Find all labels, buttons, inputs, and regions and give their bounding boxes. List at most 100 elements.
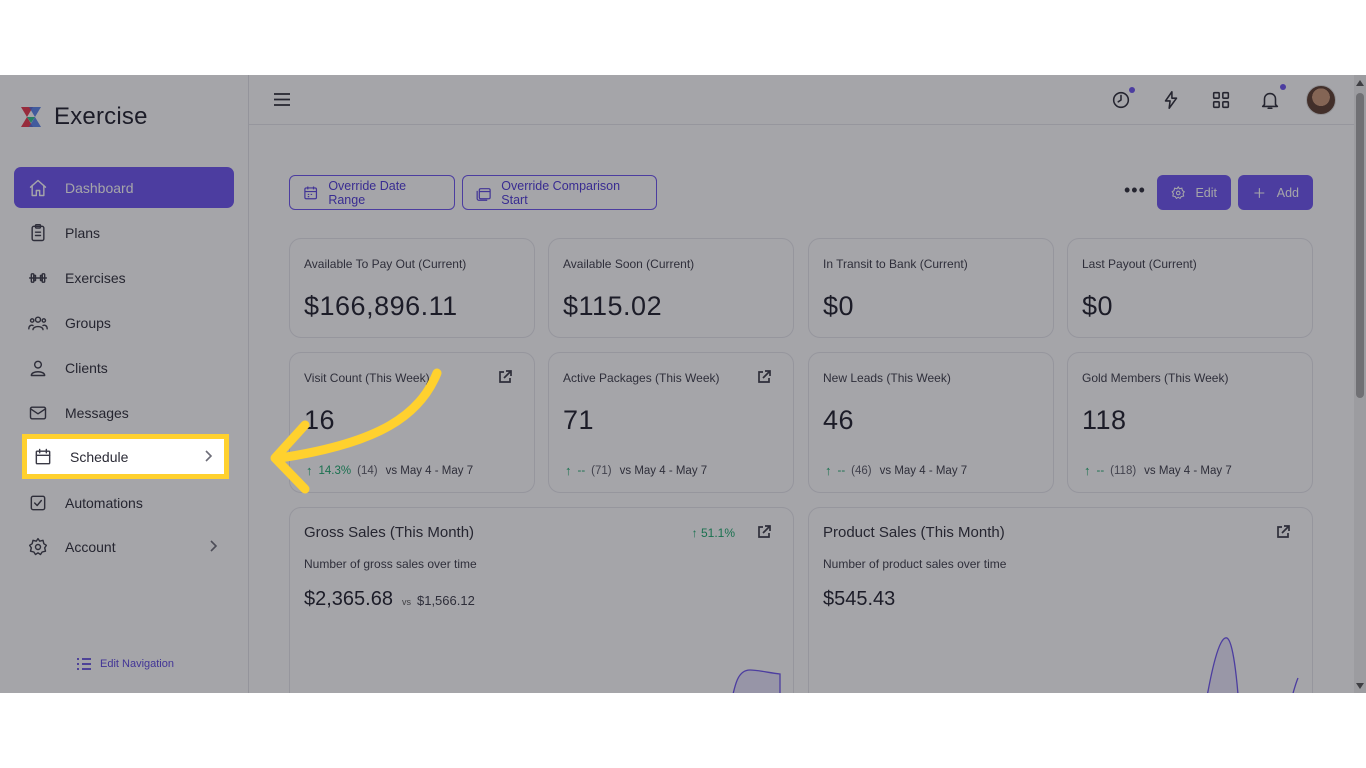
scrollbar-thumb[interactable] <box>1356 93 1364 398</box>
sidebar-item-label: Automations <box>65 494 143 511</box>
add-button[interactable]: Add <box>1238 175 1313 210</box>
app-title: Exercise <box>54 103 148 130</box>
comparison-count: (71) <box>591 464 612 477</box>
stat-card-available-soon[interactable]: Available Soon (Current) $115.02 <box>548 238 794 338</box>
growth-indicator: ↑ 51.1% <box>691 526 735 540</box>
avatar[interactable] <box>1306 85 1336 115</box>
amount-row: $545.43 <box>823 588 895 611</box>
user-icon <box>27 357 49 379</box>
sidebar-item-dashboard[interactable]: Dashboard <box>14 167 234 208</box>
override-comparison-start-button[interactable]: Override Comparison Start <box>462 175 657 210</box>
history-icon[interactable] <box>1110 89 1132 111</box>
sidebar-item-groups[interactable]: Groups <box>14 302 234 343</box>
comparison-percent: 14.3% <box>318 464 352 477</box>
card-subtitle: Number of product sales over time <box>823 557 1007 571</box>
sidebar-item-messages[interactable]: Messages <box>14 392 234 433</box>
stat-label: Gold Members (This Week) <box>1082 371 1229 385</box>
comparison-percent: -- <box>1096 464 1105 477</box>
stat-label: Active Packages (This Week) <box>563 371 720 385</box>
previous-amount: $1,566.12 <box>416 593 475 608</box>
top-bar <box>249 75 1354 125</box>
sidebar-item-clients[interactable]: Clients <box>14 347 234 388</box>
override-date-range-button[interactable]: Override Date Range <box>289 175 455 210</box>
scroll-up-arrow[interactable] <box>1356 80 1364 86</box>
comparison: ↑ -- (71) vs May 4 - May 7 <box>565 463 707 478</box>
external-link-icon[interactable] <box>757 525 771 539</box>
logo[interactable]: Exercise <box>17 103 148 131</box>
arrow-up-icon: ↑ <box>825 463 832 478</box>
stat-card-last-payout[interactable]: Last Payout (Current) $0 <box>1067 238 1313 338</box>
gear-icon <box>1171 185 1186 199</box>
growth-percent: 51.1% <box>700 526 735 540</box>
sparkline <box>1207 637 1299 693</box>
external-link-icon[interactable] <box>498 370 512 384</box>
stat-card-gold-members[interactable]: Gold Members (This Week) 118 ↑ -- (118) vs … <box>1067 352 1313 493</box>
mail-icon <box>27 402 49 424</box>
stat-value: $0 <box>1082 291 1114 321</box>
bell-icon[interactable] <box>1259 89 1281 111</box>
vs-label: vs <box>401 597 411 607</box>
stat-label: Available Soon (Current) <box>563 257 695 271</box>
sidebar: Exercise Dashboard Plans Exercises Group… <box>0 75 249 693</box>
sidebar-item-schedule[interactable]: Schedule <box>22 434 229 479</box>
stat-card-visit-count[interactable]: Visit Count (This Week) 16 ↑ 14.3% (14) vs … <box>289 352 535 493</box>
external-link-icon[interactable] <box>757 370 771 384</box>
sidebar-item-plans[interactable]: Plans <box>14 212 234 253</box>
more-options-icon[interactable]: ••• <box>1124 181 1145 203</box>
apps-grid-icon[interactable] <box>1210 89 1232 111</box>
stat-label: Visit Count (This Week) <box>304 371 430 385</box>
sidebar-item-label: Account <box>65 538 116 555</box>
arrow-up-icon: ↑ <box>565 463 572 478</box>
current-amount: $545.43 <box>823 588 896 610</box>
sidebar-item-label: Groups <box>65 314 111 331</box>
stat-value: 16 <box>304 405 336 435</box>
card-title: Gross Sales (This Month) <box>304 524 475 541</box>
sidebar-item-label: Dashboard <box>65 179 134 196</box>
comparison-count: (46) <box>851 464 872 477</box>
external-link-icon[interactable] <box>1276 525 1290 539</box>
home-icon <box>27 177 49 199</box>
comparison-percent: -- <box>577 464 586 477</box>
sparkline <box>732 669 781 693</box>
product-sales-card[interactable]: Product Sales (This Month) Number of pro… <box>808 507 1313 693</box>
menu-icon[interactable] <box>273 92 291 107</box>
comparison-period: vs May 4 - May 7 <box>879 464 968 477</box>
override-comparison-start-label: Override Comparison Start <box>501 178 621 207</box>
comparison: ↑ -- (46) vs May 4 - May 7 <box>825 463 967 478</box>
dumbbell-icon <box>27 267 49 289</box>
gross-sales-card[interactable]: Gross Sales (This Month) ↑ 51.1% Number … <box>289 507 794 693</box>
bell-notification-dot <box>1280 84 1286 90</box>
edit-navigation-link[interactable]: Edit Navigation <box>76 657 174 671</box>
stat-card-available-to-pay-out[interactable]: Available To Pay Out (Current) $166,896.… <box>289 238 535 338</box>
stat-card-new-leads[interactable]: New Leads (This Week) 46 ↑ -- (46) vs May 4… <box>808 352 1054 493</box>
calendar-stack-icon <box>476 187 491 201</box>
scroll-down-arrow[interactable] <box>1356 683 1364 689</box>
comparison: ↑ 14.3% (14) vs May 4 - May 7 <box>306 463 473 478</box>
sidebar-item-automations[interactable]: Automations <box>14 482 234 523</box>
vertical-scrollbar[interactable] <box>1354 75 1366 693</box>
stat-value: 118 <box>1082 405 1127 435</box>
edit-button[interactable]: Edit <box>1157 175 1231 210</box>
users-icon <box>27 312 49 334</box>
sidebar-item-account[interactable]: Account <box>14 526 234 567</box>
stat-value: 46 <box>823 405 855 435</box>
stat-card-active-packages[interactable]: Active Packages (This Week) 71 ↑ -- (71) vs… <box>548 352 794 493</box>
clipboard-icon <box>27 222 49 244</box>
sidebar-item-label: Clients <box>65 359 108 376</box>
chevron-right-icon <box>203 449 213 463</box>
list-icon <box>77 658 91 670</box>
dashboard-main: Override Date Range Override Comparison … <box>249 125 1354 693</box>
comparison-period: vs May 4 - May 7 <box>385 464 474 477</box>
comparison-period: vs May 4 - May 7 <box>1144 464 1232 477</box>
sidebar-item-exercises[interactable]: Exercises <box>14 257 234 298</box>
sidebar-item-label: Schedule <box>70 448 129 465</box>
plus-icon <box>1254 187 1265 198</box>
stat-value: $0 <box>823 291 855 321</box>
lightning-icon[interactable] <box>1160 89 1182 111</box>
card-title: Product Sales (This Month) <box>823 524 1005 541</box>
stat-value: $115.02 <box>563 291 663 321</box>
history-notification-dot <box>1129 87 1135 93</box>
amount-row: $2,365.68 vs $1,566.12 <box>304 588 475 611</box>
stat-card-in-transit[interactable]: In Transit to Bank (Current) $0 <box>808 238 1054 338</box>
edit-label: Edit <box>1195 185 1217 200</box>
